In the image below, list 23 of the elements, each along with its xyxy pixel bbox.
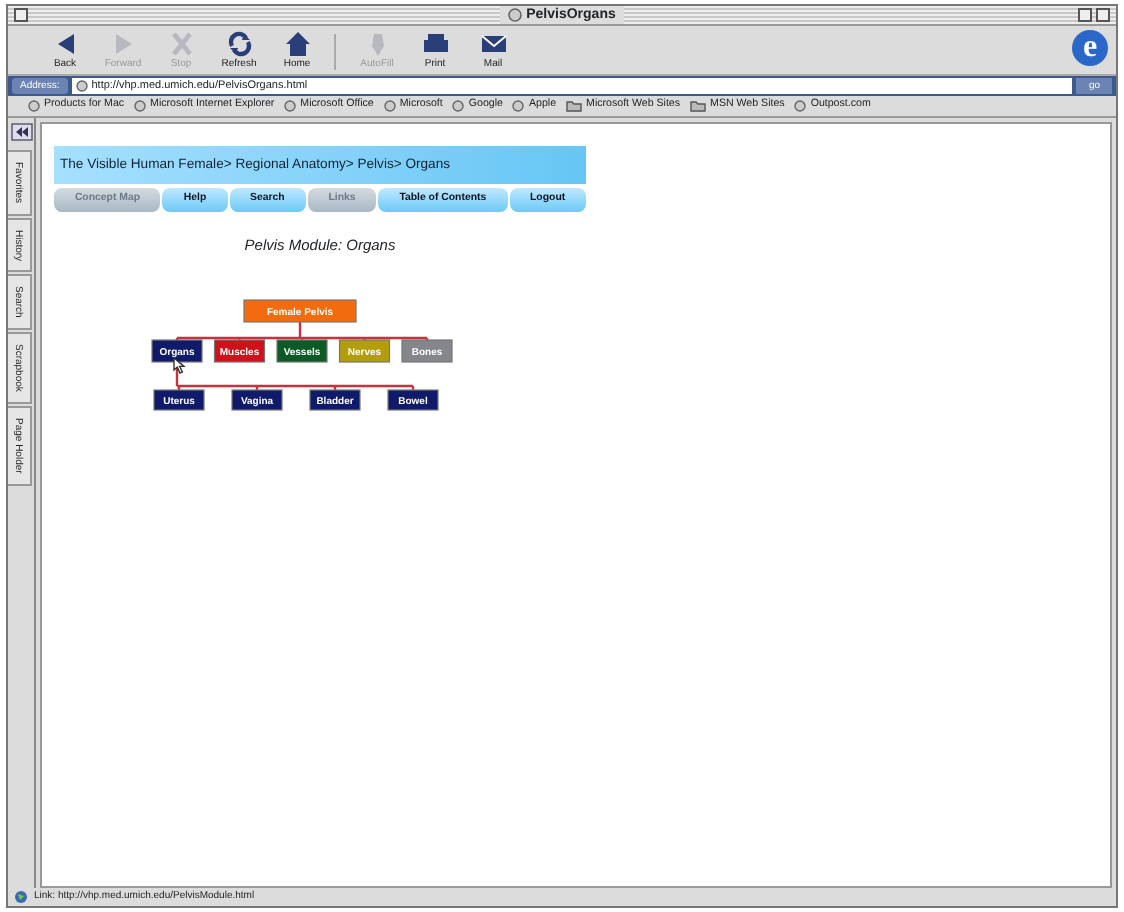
folder-icon bbox=[566, 100, 583, 112]
globe-icon bbox=[14, 890, 28, 904]
page-icon bbox=[134, 100, 147, 112]
page-icon bbox=[452, 100, 465, 112]
stop-icon bbox=[167, 30, 195, 58]
page-icon bbox=[28, 100, 40, 112]
refresh-icon bbox=[225, 30, 253, 58]
envelope-icon bbox=[479, 30, 507, 58]
page-icon bbox=[284, 100, 297, 112]
collapse-box[interactable] bbox=[1096, 8, 1110, 22]
pointer-cursor-icon bbox=[171, 356, 185, 374]
collapse-sidebar-icon[interactable] bbox=[10, 122, 34, 142]
page-icon bbox=[794, 100, 807, 112]
folder-icon bbox=[690, 100, 707, 112]
page-icon bbox=[383, 100, 396, 112]
browser-logo: e bbox=[1072, 30, 1108, 66]
zoom-box[interactable] bbox=[1078, 8, 1092, 22]
page-icon bbox=[512, 100, 525, 112]
home-icon bbox=[283, 30, 311, 58]
printer-icon bbox=[421, 30, 449, 58]
page-icon bbox=[75, 80, 88, 92]
page-icon bbox=[508, 8, 523, 22]
close-box[interactable] bbox=[14, 8, 28, 22]
